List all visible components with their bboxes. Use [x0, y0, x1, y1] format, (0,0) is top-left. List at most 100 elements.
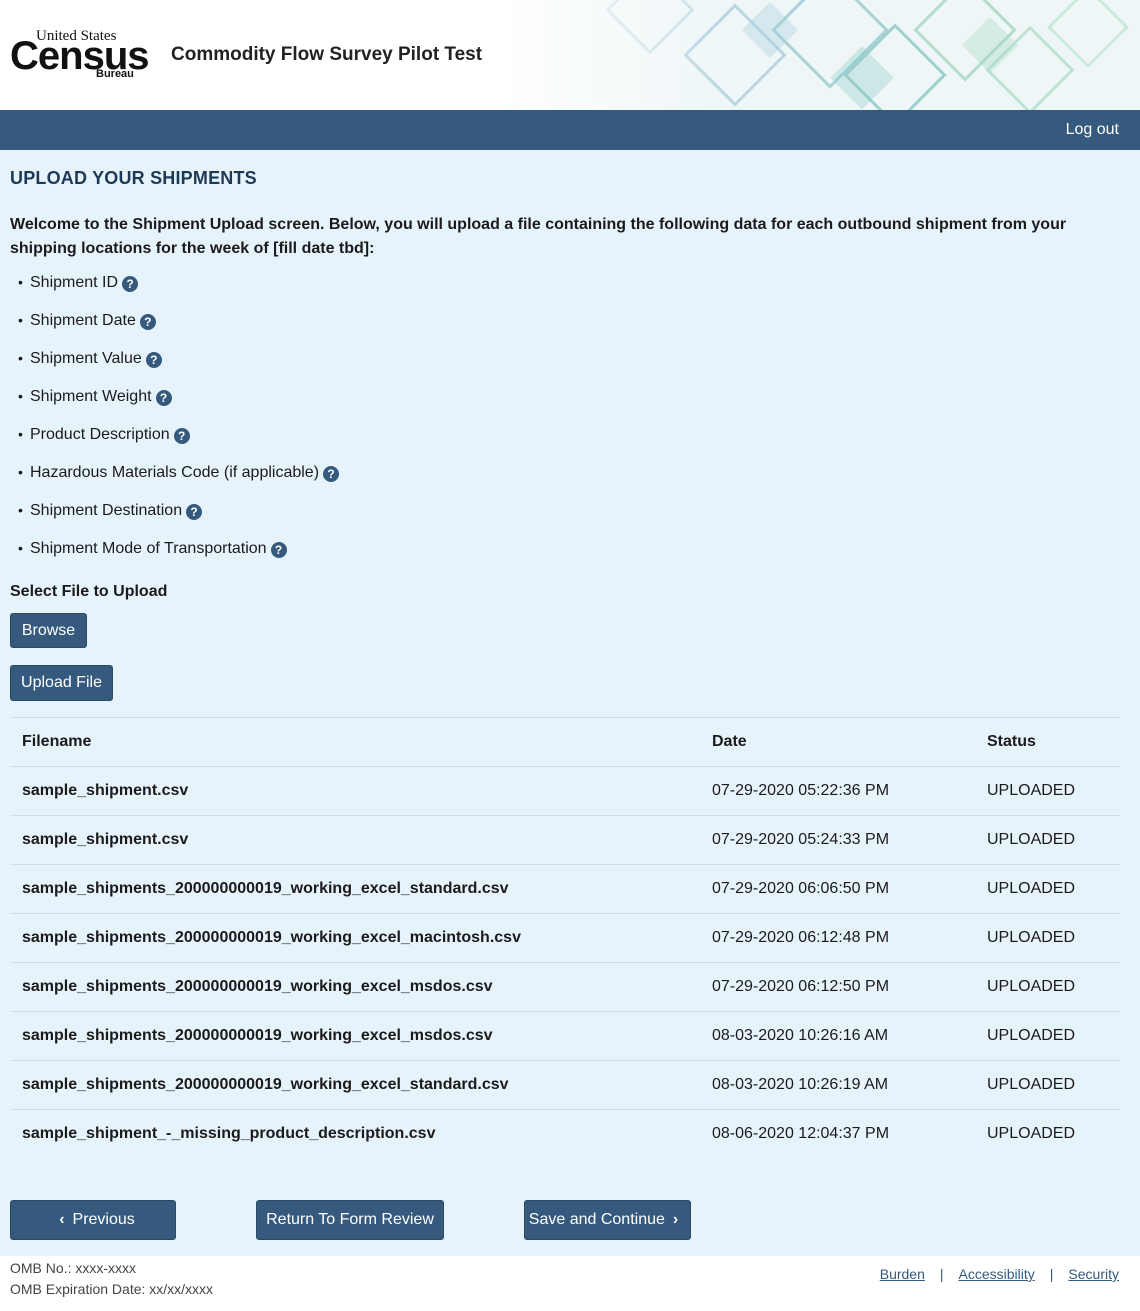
chevron-left-icon: ‹	[59, 1211, 65, 1228]
census-logo: United States Census Bureau	[10, 28, 149, 82]
burden-link[interactable]: Burden	[880, 1266, 925, 1282]
list-item: • Shipment ID?	[18, 274, 339, 312]
filename-cell: sample_shipments_200000000019_working_ex…	[10, 1060, 700, 1110]
list-item: • Shipment Weight?	[18, 388, 339, 426]
omb-number: OMB No.: xxxx-xxxx	[10, 1260, 137, 1276]
filename-cell: sample_shipment.csv	[10, 815, 700, 865]
date-cell: 07-29-2020 06:12:48 PM	[700, 913, 975, 963]
return-to-form-review-button[interactable]: Return To Form Review	[256, 1200, 444, 1240]
list-item: • Shipment Mode of Transportation?	[18, 540, 339, 578]
site-header: United States Census Bureau Commodity Fl…	[0, 0, 1140, 110]
list-item-label: Shipment Weight	[30, 388, 152, 405]
table-row: sample_shipment_-_missing_product_descri…	[10, 1110, 1120, 1159]
required-fields-list: • Shipment ID? • Shipment Date? • Shipment …	[18, 274, 340, 578]
status-cell: UPLOADED	[975, 1060, 1120, 1110]
help-icon[interactable]: ?	[173, 428, 190, 444]
status-cell: UPLOADED	[975, 962, 1120, 1012]
list-item-label: Shipment ID	[30, 274, 119, 291]
date-cell: 07-29-2020 05:24:33 PM	[700, 815, 975, 865]
logout-link[interactable]: Log out	[1066, 121, 1119, 139]
table-row: sample_shipments_200000000019_working_ex…	[10, 913, 1120, 963]
filename-cell: sample_shipments_200000000019_working_ex…	[10, 913, 700, 963]
previous-button[interactable]: ‹ Previous	[10, 1200, 176, 1240]
bullet-icon: •	[18, 464, 23, 480]
chevron-right-icon: ›	[672, 1211, 679, 1228]
app-title: Commodity Flow Survey Pilot Test	[171, 44, 483, 65]
date-cell: 08-03-2020 10:26:19 AM	[700, 1060, 975, 1110]
table-row: sample_shipments_200000000019_working_ex…	[10, 1060, 1120, 1110]
page-title: UPLOAD YOUR SHIPMENTS	[10, 168, 257, 188]
site-footer: OMB No.: xxxx-xxxx OMB Expiration Date: …	[0, 1256, 1140, 1311]
table-row: sample_shipments_200000000019_working_ex…	[10, 962, 1120, 1012]
column-header-status: Status	[975, 717, 1120, 767]
list-item-label: Shipment Value	[30, 350, 142, 367]
list-item-label: Shipment Destination	[30, 502, 183, 519]
omb-expiration: OMB Expiration Date: xx/xx/xxxx	[10, 1281, 214, 1297]
date-cell: 08-06-2020 12:04:37 PM	[712, 1125, 890, 1143]
link-separator: |	[1049, 1266, 1054, 1282]
security-link[interactable]: Security	[1068, 1266, 1119, 1282]
header-decoration-image	[500, 0, 1140, 110]
list-item: • Shipment Date?	[18, 312, 339, 350]
bullet-icon: •	[18, 388, 23, 404]
help-icon[interactable]: ?	[155, 390, 172, 406]
link-separator: |	[939, 1266, 944, 1282]
table-row: sample_shipment.csv 07-29-2020 05:22:36 …	[10, 766, 1120, 816]
status-cell: UPLOADED	[975, 1011, 1120, 1061]
column-header-date: Date	[700, 717, 975, 767]
table-row: sample_shipments_200000000019_working_ex…	[10, 1011, 1120, 1061]
status-cell: UPLOADED	[975, 766, 1120, 816]
bullet-icon: •	[18, 312, 23, 328]
status-cell: UPLOADED	[987, 1125, 1076, 1143]
accessibility-link[interactable]: Accessibility	[959, 1266, 1035, 1282]
list-item: • Shipment Destination?	[18, 502, 339, 540]
list-item-label: Product Description	[30, 426, 170, 443]
save-and-continue-button[interactable]: Save and Continue ›	[524, 1200, 691, 1240]
help-icon[interactable]: ?	[122, 276, 139, 292]
bullet-icon: •	[18, 502, 23, 518]
filename-cell: sample_shipment.csv	[10, 766, 700, 816]
footer-links: Burden | Accessibility | Security	[880, 1266, 1119, 1282]
date-cell: 07-29-2020 05:22:36 PM	[700, 766, 975, 816]
column-header-filename: Filename	[10, 717, 700, 767]
intro-text: Welcome to the Shipment Upload screen. B…	[10, 216, 1067, 257]
bullet-icon: •	[18, 274, 23, 290]
previous-button-label: Previous	[72, 1211, 135, 1228]
list-item: • Product Description?	[18, 426, 339, 464]
omb-info: OMB No.: xxxx-xxxx OMB Expiration Date: …	[10, 1258, 213, 1300]
uploaded-files-table: Filename Date Status sample_shipment.csv…	[10, 717, 1120, 1159]
status-cell: UPLOADED	[975, 815, 1120, 865]
browse-button[interactable]: Browse	[10, 613, 87, 648]
status-cell: UPLOADED	[975, 864, 1120, 914]
list-item: • Shipment Value?	[18, 350, 339, 388]
filename-cell: sample_shipments_200000000019_working_ex…	[10, 962, 700, 1012]
filename-cell: sample_shipments_200000000019_working_ex…	[10, 864, 700, 914]
list-item-label: Shipment Date	[30, 312, 136, 329]
table-row: sample_shipments_200000000019_working_ex…	[10, 864, 1120, 914]
save-button-label: Save and Continue	[528, 1211, 665, 1228]
date-cell: 08-03-2020 10:26:16 AM	[700, 1011, 975, 1061]
help-icon[interactable]: ?	[270, 542, 287, 558]
table-header-row: Filename Date Status	[10, 717, 1120, 767]
filename-cell: sample_shipment_-_missing_product_descri…	[22, 1125, 436, 1143]
main-content: UPLOAD YOUR SHIPMENTS Welcome to the Shi…	[0, 150, 1140, 1256]
help-icon[interactable]: ?	[323, 466, 340, 482]
bullet-icon: •	[18, 426, 23, 442]
status-cell: UPLOADED	[975, 913, 1120, 963]
help-icon[interactable]: ?	[139, 314, 156, 330]
upload-file-button[interactable]: Upload File	[10, 665, 113, 701]
bullet-icon: •	[18, 350, 23, 366]
list-item-label: Hazardous Materials Code (if applicable)	[30, 464, 320, 481]
list-item: • Hazardous Materials Code (if applicable…	[18, 464, 340, 502]
select-file-label: Select File to Upload	[10, 583, 168, 600]
date-cell: 07-29-2020 06:12:50 PM	[700, 962, 975, 1012]
logo-sub: Bureau	[96, 68, 134, 80]
list-item-label: Shipment Mode of Transportation	[30, 540, 267, 557]
table-row: sample_shipment.csv 07-29-2020 05:24:33 …	[10, 815, 1120, 865]
help-icon[interactable]: ?	[145, 352, 162, 368]
filename-cell: sample_shipments_200000000019_working_ex…	[10, 1011, 700, 1061]
date-cell: 07-29-2020 06:06:50 PM	[700, 864, 975, 914]
help-icon[interactable]: ?	[186, 504, 203, 520]
nav-bar: Log out	[0, 110, 1140, 150]
bullet-icon: •	[18, 540, 23, 556]
